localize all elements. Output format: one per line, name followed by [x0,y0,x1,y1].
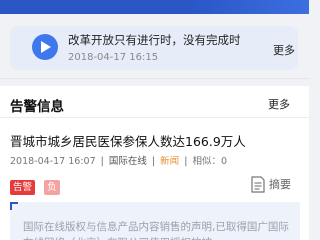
meta-separator: | [151,156,156,167]
section-more-button[interactable]: 更多 [268,96,290,112]
meta-separator: | [100,156,104,167]
notice-text: 国际在线版权与信息产品内容销售的声明,已取得国广国际在线网络（北京）有限公司使用… [23,221,289,240]
article-source: 国际在线 [108,156,147,167]
negative-badge: 负 [44,180,60,195]
article-datetime: 2018-04-17 16:07 [10,156,96,167]
alert-panel: 告警信息 更多 晋城市城乡居民医保参保人数达166.9万人 2018-04-17… [0,86,309,240]
article-similar-count: 相似：0 [192,156,227,167]
notice-box: 国际在线版权与信息产品内容销售的声明,已取得国广国际在线网络（北京）有限公司使用… [10,202,300,240]
panel-divider [0,117,309,118]
play-icon[interactable] [32,34,58,60]
meta-separator: | [184,156,188,167]
section-title: 告警信息 [10,99,64,115]
news-date: 2018-04-17 16:15 [68,52,159,63]
alert-badge: 告警 [10,180,36,195]
summary-button[interactable]: 摘要 [251,175,291,193]
document-icon [251,175,265,193]
article-meta: 2018-04-17 16:07 | 国际在线 | 新闻 | 相似：0 [10,153,227,167]
article-tags: 告警 负 [10,175,64,195]
news-card[interactable]: 改革开放只有进行时，没有完成时 2018-04-17 16:15 更多 [10,26,298,70]
top-bar [0,0,309,14]
quote-corner-icon [10,202,18,210]
news-more-button[interactable]: 更多 [273,42,295,58]
article-category: 新闻 [160,156,180,167]
news-title[interactable]: 改革开放只有进行时，没有完成时 [68,32,278,48]
divider [0,78,309,79]
article-title[interactable]: 晋城市城乡居民医保参保人数达166.9万人 [10,131,246,150]
summary-label[interactable]: 摘要 [269,176,291,192]
top-bar-accent [189,0,309,14]
